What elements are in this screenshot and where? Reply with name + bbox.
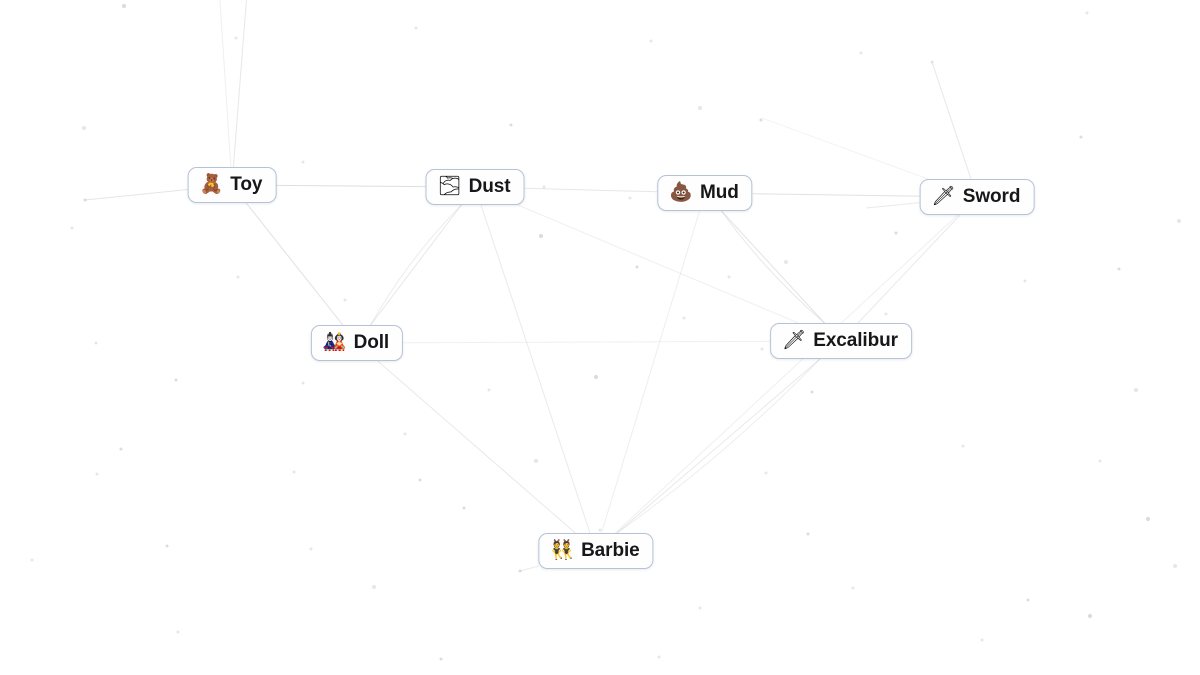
node-layer: 🧸 Toy 🌫 Dust 💩 Mud 🗡 Sword 🎎 Doll 🗡 Excalibur 👯 Barbi… <box>0 0 1200 675</box>
graph-node-label: Mud <box>699 182 739 203</box>
dagger-icon: 🗡 <box>782 330 807 351</box>
wavy-dust-icon: 🌫 <box>437 176 462 197</box>
graph-node-doll[interactable]: 🎎 Doll <box>310 325 404 361</box>
graph-node-label: Sword <box>962 186 1021 207</box>
graph-node-barbie[interactable]: 👯 Barbie <box>538 533 654 569</box>
teddy-bear-icon: 🧸 <box>199 174 224 195</box>
dagger-icon: 🗡 <box>931 186 956 207</box>
graph-node-excalibur[interactable]: 🗡 Excalibur <box>770 323 912 359</box>
graph-node-label: Doll <box>353 332 390 353</box>
mud-pile-icon: 💩 <box>669 182 693 203</box>
graph-node-label: Barbie <box>581 540 640 561</box>
graph-node-label: Excalibur <box>813 330 898 351</box>
twin-dancers-icon: 👯 <box>550 540 575 561</box>
graph-node-label: Toy <box>230 174 263 195</box>
crafting-graph-canvas: 🧸 Toy 🌫 Dust 💩 Mud 🗡 Sword 🎎 Doll 🗡 Excalibur 👯 Barbi… <box>0 0 1200 675</box>
graph-node-toy[interactable]: 🧸 Toy <box>187 167 277 203</box>
graph-node-label: Dust <box>468 176 511 197</box>
graph-node-sword[interactable]: 🗡 Sword <box>919 179 1035 215</box>
graph-node-mud[interactable]: 💩 Mud <box>657 175 753 211</box>
graph-node-dust[interactable]: 🌫 Dust <box>425 169 525 205</box>
japanese-dolls-icon: 🎎 <box>322 332 347 353</box>
